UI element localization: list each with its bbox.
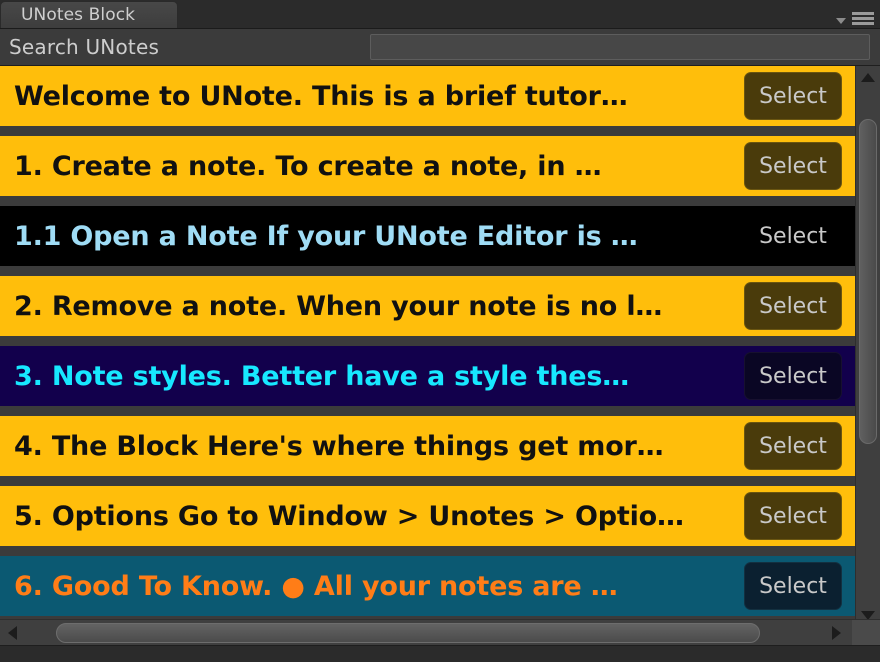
select-button[interactable]: Select xyxy=(744,352,842,400)
triangle-right-icon xyxy=(831,626,841,640)
notes-list: Welcome to UNote. This is a brief tutor…… xyxy=(0,66,880,626)
triangle-up-icon xyxy=(861,72,875,82)
select-button[interactable]: Select xyxy=(744,422,842,470)
note-row[interactable]: 1. Create a note. To create a note, in …… xyxy=(0,136,856,196)
horizontal-scrollbar[interactable] xyxy=(0,619,880,646)
note-row[interactable]: 4. The Block Here's where things get mor… xyxy=(0,416,856,476)
note-row[interactable]: 1.1 Open a Note If your UNote Editor is … xyxy=(0,206,856,266)
select-button[interactable]: Select xyxy=(744,142,842,190)
search-input[interactable] xyxy=(370,34,870,60)
unotes-block-window: UNotes Block Search UNotes Welcome to UN… xyxy=(0,0,880,662)
scrollbar-corner xyxy=(852,620,880,646)
note-row[interactable]: 2. Remove a note. When your note is no l… xyxy=(0,276,856,336)
note-title: Welcome to UNote. This is a brief tutor… xyxy=(14,80,628,112)
note-title: 1.1 Open a Note If your UNote Editor is … xyxy=(14,220,638,252)
vertical-scrollbar[interactable] xyxy=(855,66,880,626)
note-row[interactable]: 6. Good To Know. ● All your notes are … S… xyxy=(0,556,856,616)
select-button[interactable]: Select xyxy=(744,562,842,610)
tab-unotes-block[interactable]: UNotes Block xyxy=(0,1,178,28)
note-title: 1. Create a note. To create a note, in … xyxy=(14,150,602,182)
select-button[interactable]: Select xyxy=(744,492,842,540)
select-button[interactable]: Select xyxy=(744,72,842,120)
search-label: Search UNotes xyxy=(9,35,160,59)
scroll-right-button[interactable] xyxy=(824,620,848,646)
horizontal-scrollbar-thumb[interactable] xyxy=(56,623,760,643)
scroll-up-button[interactable] xyxy=(856,66,880,88)
note-row[interactable]: 5. Options Go to Window > Unotes > Optio… xyxy=(0,486,856,546)
triangle-left-icon xyxy=(7,626,17,640)
vertical-scrollbar-thumb[interactable] xyxy=(859,118,877,445)
scroll-left-button[interactable] xyxy=(0,620,24,646)
note-title: 3. Note styles. Better have a style thes… xyxy=(14,360,630,392)
select-button[interactable]: Select xyxy=(744,282,842,330)
tab-label: UNotes Block xyxy=(21,5,136,25)
note-row[interactable]: 3. Note styles. Better have a style thes… xyxy=(0,346,856,406)
select-button[interactable]: Select xyxy=(744,212,842,260)
note-title: 6. Good To Know. ● All your notes are … xyxy=(14,570,618,602)
tab-bar-controls xyxy=(836,12,874,25)
note-title: 2. Remove a note. When your note is no l… xyxy=(14,290,663,322)
search-bar: Search UNotes xyxy=(0,29,880,67)
chevron-down-icon[interactable] xyxy=(836,17,846,24)
status-bar xyxy=(0,645,880,662)
hamburger-menu-icon[interactable] xyxy=(852,12,874,25)
tab-bar: UNotes Block xyxy=(0,0,880,29)
notes-list-inner: Welcome to UNote. This is a brief tutor…… xyxy=(0,66,856,626)
note-title: 4. The Block Here's where things get mor… xyxy=(14,430,664,462)
note-title: 5. Options Go to Window > Unotes > Optio… xyxy=(14,500,684,532)
note-row[interactable]: Welcome to UNote. This is a brief tutor…… xyxy=(0,66,856,126)
